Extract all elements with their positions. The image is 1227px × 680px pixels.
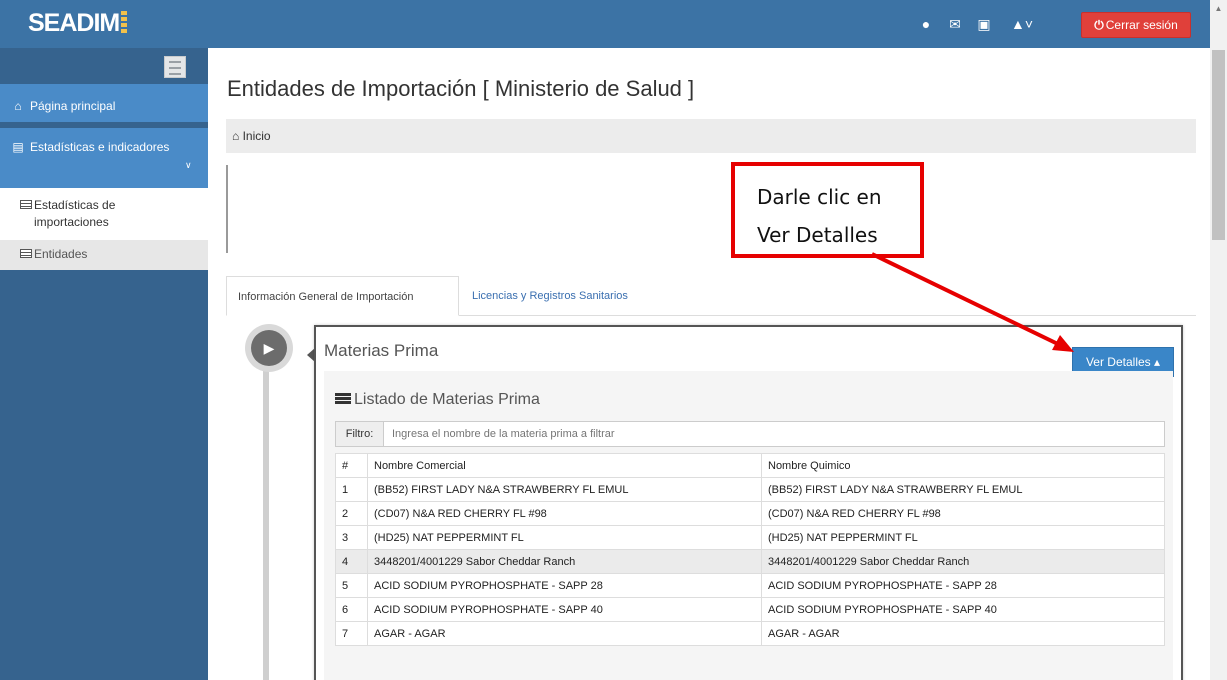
chemical-name-cell: 3448201/4001229 Sabor Cheddar Ranch (761, 549, 1165, 574)
filter-group: Filtro: (335, 421, 1165, 447)
list-icon (20, 200, 32, 209)
commercial-name-cell: 3448201/4001229 Sabor Cheddar Ranch (367, 549, 762, 574)
table-row[interactable]: 4 3448201/4001229 Sabor Cheddar Ranch 3448… (335, 549, 1165, 574)
annotation-callout: Darle clic en Ver Detalles (731, 162, 924, 258)
list-title: Listado de Materias Prima (335, 391, 540, 409)
table-row[interactable]: 1 (BB52) FIRST LADY N&A STRAWBERRY FL EMU… (335, 477, 1165, 502)
row-number: 4 (335, 549, 368, 574)
sidebar-subitem-import-stats[interactable]: Estadísticas de importaciones (0, 197, 150, 231)
sidebar-item-label: Página principal (30, 99, 116, 113)
caret-up-icon: ▴ (1154, 355, 1161, 369)
page-title: Entidades de Importación [ Ministerio de… (227, 76, 695, 101)
raw-materials-list: Listado de Materias Prima Filtro: # Nomb… (324, 371, 1173, 680)
sidebar-toggle-button[interactable] (164, 56, 186, 78)
money-icon[interactable]: ▣ (975, 15, 993, 33)
scroll-up-icon[interactable]: ▲ (1210, 0, 1227, 17)
logout-button[interactable]: ⏻ Cerrar sesión (1081, 12, 1191, 38)
sidebar-submenu: Estadísticas de importaciones Entidades (0, 188, 208, 270)
chemical-name-cell: (CD07) N&A RED CHERRY FL #98 (761, 501, 1165, 526)
row-number: 3 (335, 525, 368, 550)
raw-materials-panel: Materias Prima Ver Detalles ▴ Listado de… (314, 325, 1183, 680)
tab-bar: Información General de Importación Licen… (226, 276, 1196, 316)
scroll-thumb[interactable] (1212, 50, 1225, 240)
folder-open-icon: ▶ (251, 330, 287, 366)
sidebar-item-label: Estadísticas e indicadores (30, 140, 170, 154)
subitem-label: Estadísticas de importaciones (34, 198, 116, 229)
subitem-label: Entidades (34, 247, 88, 261)
view-details-label: Ver Detalles (1085, 355, 1151, 369)
list-icon (335, 393, 351, 405)
chemical-name-cell: (HD25) NAT PEPPERMINT FL (761, 525, 1165, 550)
table-row[interactable]: 5 ACID SODIUM PYROPHOSPHATE - SAPP 28 ACID… (335, 573, 1165, 598)
power-icon: ⏻ (1094, 18, 1104, 32)
table-row[interactable]: 6 ACID SODIUM PYROPHOSPHATE - SAPP 40 ACID… (335, 597, 1165, 622)
tab-licenses[interactable]: Licencias y Registros Sanitarios (472, 276, 628, 316)
sidebar-item-statistics[interactable]: ▤ Estadísticas e indicadores ∨ (0, 128, 208, 188)
commercial-name-cell: ACID SODIUM PYROPHOSPHATE - SAPP 40 (367, 597, 762, 622)
list-icon (20, 249, 32, 258)
table-header-row: # Nombre Comercial Nombre Quimico (335, 453, 1165, 478)
filter-label: Filtro: (336, 422, 384, 446)
breadcrumb-home-link[interactable]: Inicio (243, 129, 271, 143)
logout-label: Cerrar sesión (1105, 18, 1178, 32)
commercial-name-cell: (CD07) N&A RED CHERRY FL #98 (367, 501, 762, 526)
envelope-icon[interactable]: ✉ (946, 15, 964, 33)
annotation-line-1: Darle clic en (757, 185, 882, 209)
home-icon: ⌂ (14, 99, 22, 113)
file-icon: ▤ (12, 140, 24, 154)
filter-input[interactable] (392, 424, 1152, 444)
commercial-name-cell: AGAR - AGAR (367, 621, 762, 646)
column-header: Nombre Quimico (761, 453, 1165, 478)
logo-mark-icon (121, 11, 128, 33)
timeline-line (263, 370, 269, 680)
table-row[interactable]: 3 (HD25) NAT PEPPERMINT FL (HD25) NAT PEPP… (335, 525, 1165, 550)
column-header: Nombre Comercial (367, 453, 762, 478)
row-number: 1 (335, 477, 368, 502)
chat-icon[interactable]: ● (917, 15, 935, 33)
list-title-text: Listado de Materias Prima (354, 391, 540, 408)
page-scrollbar[interactable]: ▲ (1210, 0, 1227, 680)
row-number: 6 (335, 597, 368, 622)
commercial-name-cell: (HD25) NAT PEPPERMINT FL (367, 525, 762, 550)
chemical-name-cell: ACID SODIUM PYROPHOSPHATE - SAPP 28 (761, 573, 1165, 598)
chemical-name-cell: ACID SODIUM PYROPHOSPHATE - SAPP 40 (761, 597, 1165, 622)
table-row[interactable]: 2 (CD07) N&A RED CHERRY FL #98 (CD07) N&A … (335, 501, 1165, 526)
divider (226, 165, 228, 253)
sidebar-subitem-entities[interactable]: Entidades (0, 240, 208, 270)
brand-name: SEADIM (28, 9, 120, 37)
raw-materials-table: # Nombre Comercial Nombre Quimico 1 (BB52… (335, 453, 1165, 646)
tab-general-info[interactable]: Información General de Importación (226, 276, 459, 316)
breadcrumb: ⌂ Inicio (226, 119, 1196, 153)
row-number: 7 (335, 621, 368, 646)
table-row[interactable]: 7 AGAR - AGAR AGAR - AGAR (335, 621, 1165, 646)
sidebar-item-home[interactable]: ⌂ Página principal (0, 84, 208, 122)
annotation-line-2: Ver Detalles (757, 223, 878, 247)
row-number: 2 (335, 501, 368, 526)
row-number: 5 (335, 573, 368, 598)
top-navbar: SEADIM ● ✉ ▣ ▲˅ ⏻ Cerrar sesión (0, 0, 1210, 48)
commercial-name-cell: ACID SODIUM PYROPHOSPHATE - SAPP 28 (367, 573, 762, 598)
commercial-name-cell: (BB52) FIRST LADY N&A STRAWBERRY FL EMUL (367, 477, 762, 502)
chemical-name-cell: AGAR - AGAR (761, 621, 1165, 646)
brand-logo[interactable]: SEADIM (28, 9, 128, 38)
column-header: # (335, 453, 368, 478)
user-icon[interactable]: ▲˅ (1006, 15, 1038, 33)
home-icon: ⌂ (232, 129, 240, 143)
chemical-name-cell: (BB52) FIRST LADY N&A STRAWBERRY FL EMUL (761, 477, 1165, 502)
chevron-down-icon: ∨ (185, 160, 192, 170)
panel-title: Materias Prima (324, 341, 439, 360)
